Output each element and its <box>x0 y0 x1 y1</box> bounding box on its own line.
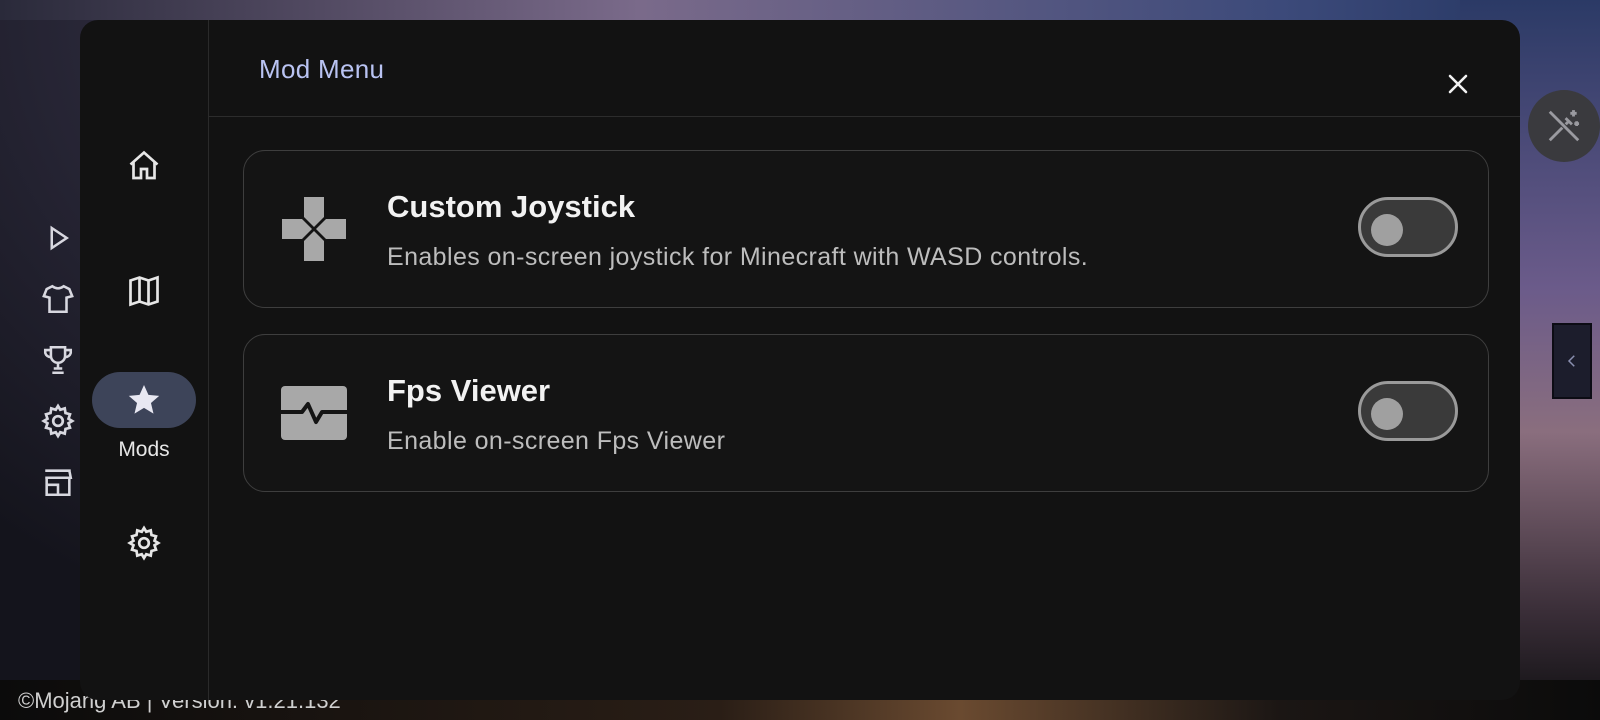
mod-description: Enables on-screen joystick for Minecraft… <box>387 243 1089 271</box>
gear-icon[interactable] <box>40 403 76 439</box>
mod-title: Fps Viewer <box>387 373 551 408</box>
close-icon <box>1448 74 1468 94</box>
magic-wand-button[interactable] <box>1528 90 1600 162</box>
nav-label-mods: Mods <box>118 438 170 461</box>
mod-description: Enable on-screen Fps Viewer <box>387 427 726 455</box>
nav-item-home[interactable] <box>92 138 196 194</box>
mod-toggle-switch[interactable] <box>1358 381 1458 441</box>
store-icon[interactable] <box>40 464 76 500</box>
magic-wand-icon <box>1548 110 1580 142</box>
toggle-knob <box>1371 398 1403 430</box>
play-icon[interactable] <box>40 220 76 256</box>
mod-title: Custom Joystick <box>387 189 636 224</box>
star-icon <box>128 384 160 414</box>
mod-card-custom-joystick: Custom Joystick Enables on-screen joysti… <box>243 150 1489 308</box>
toggle-knob <box>1371 214 1403 246</box>
background-sky <box>0 0 1600 20</box>
nav-pill <box>92 138 196 194</box>
dpad-icon <box>280 195 348 263</box>
chevron-left-icon <box>1567 355 1575 367</box>
dialog-title: Mod Menu <box>259 54 385 84</box>
dialog-nav-rail: Mods <box>80 20 209 700</box>
nav-pill-active <box>92 372 196 428</box>
nav-pill <box>92 263 196 319</box>
mod-card-fps-viewer: Fps Viewer Enable on-screen Fps Viewer <box>243 334 1489 492</box>
nav-pill <box>92 515 196 571</box>
dialog-header: Mod Menu <box>209 20 1520 117</box>
gear-icon <box>127 525 161 561</box>
nav-item-settings[interactable] <box>92 515 196 571</box>
shirt-icon[interactable] <box>40 281 76 317</box>
home-icon <box>129 150 159 180</box>
close-button[interactable] <box>1440 66 1476 102</box>
monitor-heart-icon <box>280 379 348 447</box>
nav-item-mods[interactable]: Mods <box>92 372 196 462</box>
nav-item-map[interactable] <box>92 263 196 319</box>
mod-menu-dialog: Mods Mod Menu Custom Joystick Enables on… <box>80 20 1520 700</box>
trophy-icon[interactable] <box>40 342 76 378</box>
side-drawer-handle[interactable] <box>1552 323 1592 399</box>
map-icon <box>129 275 159 307</box>
mod-toggle-switch[interactable] <box>1358 197 1458 257</box>
